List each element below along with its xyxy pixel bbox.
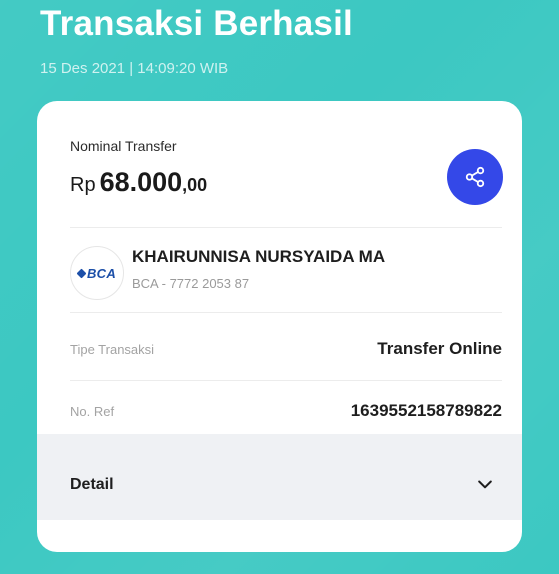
amount-decimals: ,00 xyxy=(182,175,208,195)
transaction-type-label: Tipe Transaksi xyxy=(70,342,155,357)
reference-label: No. Ref xyxy=(70,404,115,419)
share-icon xyxy=(465,166,485,188)
recipient-account: BCA - 7772 2053 87 xyxy=(132,276,250,291)
reference-value: 1639552158789822 xyxy=(350,401,502,420)
chevron-down-icon xyxy=(478,480,492,489)
amount-display: Rp 68.000,00 xyxy=(70,167,207,198)
page-title: Transaksi Berhasil xyxy=(40,4,353,43)
amount-value: 68.000 xyxy=(99,167,183,197)
transaction-type-value: Transfer Online xyxy=(377,339,502,358)
divider xyxy=(70,312,502,313)
nominal-label: Nominal Transfer xyxy=(70,138,177,154)
bank-logo-text: BCA xyxy=(86,265,117,281)
recipient-name: KHAIRUNNISA NURSYAIDA MA xyxy=(132,247,386,266)
share-button[interactable] xyxy=(447,149,503,205)
divider xyxy=(70,227,502,228)
divider xyxy=(70,380,502,381)
bca-mark-icon xyxy=(76,268,87,278)
detail-toggle[interactable]: Detail xyxy=(37,434,522,520)
transaction-datetime: 15 Des 2021 | 14:09:20 WIB xyxy=(40,60,229,77)
transaction-card: Nominal Transfer Rp 68.000,00 BCA KHAIRUN… xyxy=(37,101,522,552)
amount-currency: Rp xyxy=(70,174,96,196)
detail-label: Detail xyxy=(70,476,114,493)
bank-logo: BCA xyxy=(70,246,124,300)
